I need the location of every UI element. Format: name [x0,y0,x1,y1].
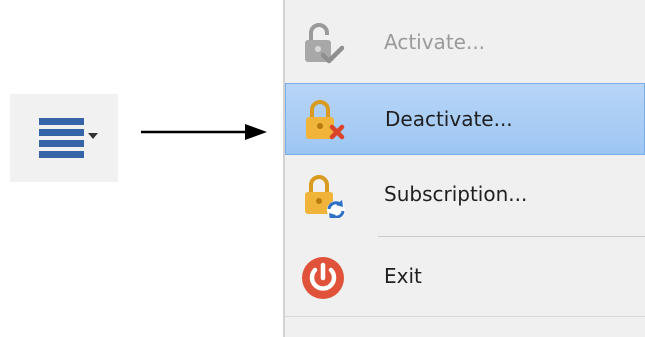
menu-item-label: Deactivate... [385,107,513,131]
menu-item-label: Subscription... [384,182,528,206]
lock-open-check-icon [305,23,345,64]
menu-item-label: Activate... [384,30,486,54]
hamburger-menu-icon [39,118,99,158]
menu-item-exit[interactable]: Exit [285,244,645,308]
arrow-right-icon [141,124,267,140]
menu-item-activate[interactable]: Activate... [285,10,645,74]
power-icon [302,257,344,299]
menu-bottom-border [285,316,645,317]
caret-down-icon [88,133,98,139]
hamburger-menu-button[interactable] [10,94,118,182]
menu-item-label: Exit [384,264,422,288]
menu-item-deactivate[interactable]: Deactivate... [285,83,645,155]
menu-item-subscription[interactable]: Subscription... [285,162,645,226]
menu-separator [378,236,645,237]
lock-refresh-icon [305,175,345,218]
lock-x-icon [306,100,345,140]
